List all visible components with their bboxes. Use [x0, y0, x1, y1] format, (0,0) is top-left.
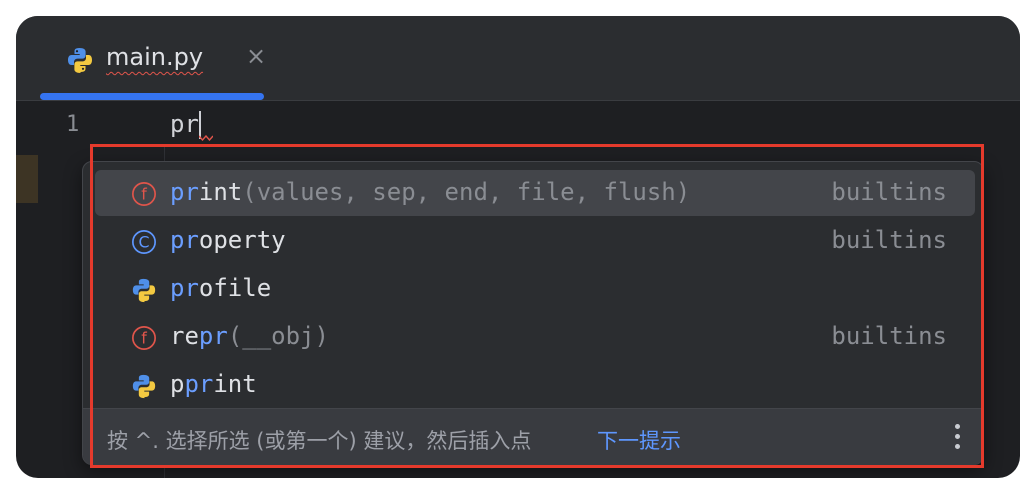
- next-tip-link[interactable]: 下一提示: [597, 425, 681, 455]
- gutter-marker: [16, 155, 38, 203]
- svg-text:C: C: [138, 233, 149, 252]
- completion-item[interactable]: pprint: [95, 362, 975, 408]
- class-icon: C: [132, 230, 156, 254]
- completion-item[interactable]: profile: [95, 266, 975, 312]
- tab-bar: main.py ×: [16, 16, 1020, 101]
- completion-item-name: print(values, sep, end, file, flush): [170, 178, 691, 206]
- error-squiggle: [199, 135, 213, 141]
- completion-item-source: builtins: [831, 178, 947, 206]
- completion-footer: 按 ^. 选择所选 (或第一个) 建议，然后插入点 下一提示: [83, 408, 983, 465]
- completion-item[interactable]: f repr(__obj) builtins: [95, 314, 975, 360]
- tab-main-py[interactable]: main.py ×: [40, 16, 266, 100]
- completion-item-name: property: [170, 226, 286, 254]
- completion-item-name: pprint: [170, 370, 257, 398]
- current-line: [16, 101, 1020, 145]
- code-text[interactable]: pr: [170, 110, 199, 138]
- completion-item-source: builtins: [831, 226, 947, 254]
- completion-item-name: profile: [170, 274, 272, 302]
- more-vertical-icon[interactable]: [953, 421, 961, 451]
- function-icon: f: [132, 182, 156, 206]
- close-icon[interactable]: ×: [246, 42, 266, 70]
- function-icon: f: [132, 326, 156, 350]
- python-module-icon: [132, 374, 156, 399]
- active-tab-indicator: [40, 93, 264, 100]
- footer-hint: 按 ^. 选择所选 (或第一个) 建议，然后插入点: [107, 429, 532, 453]
- python-file-icon: [68, 48, 92, 73]
- completion-item-name: repr(__obj): [170, 322, 329, 350]
- tab-title: main.py: [106, 43, 204, 71]
- completion-item[interactable]: Cproperty builtins: [95, 218, 975, 264]
- line-number: 1: [66, 112, 80, 137]
- code-editor[interactable]: 1 pr f print(values, sep, end, file, flus…: [16, 101, 1020, 478]
- completion-item-source: builtins: [831, 322, 947, 350]
- ide-window: main.py × 1 pr f print(values, sep, end, …: [16, 16, 1020, 478]
- python-module-icon: [132, 278, 156, 303]
- completion-item[interactable]: f print(values, sep, end, file, flush) bui…: [95, 170, 975, 216]
- svg-text:f: f: [141, 329, 147, 348]
- svg-text:f: f: [141, 185, 147, 204]
- completion-popup: f print(values, sep, end, file, flush) bui…: [82, 161, 984, 465]
